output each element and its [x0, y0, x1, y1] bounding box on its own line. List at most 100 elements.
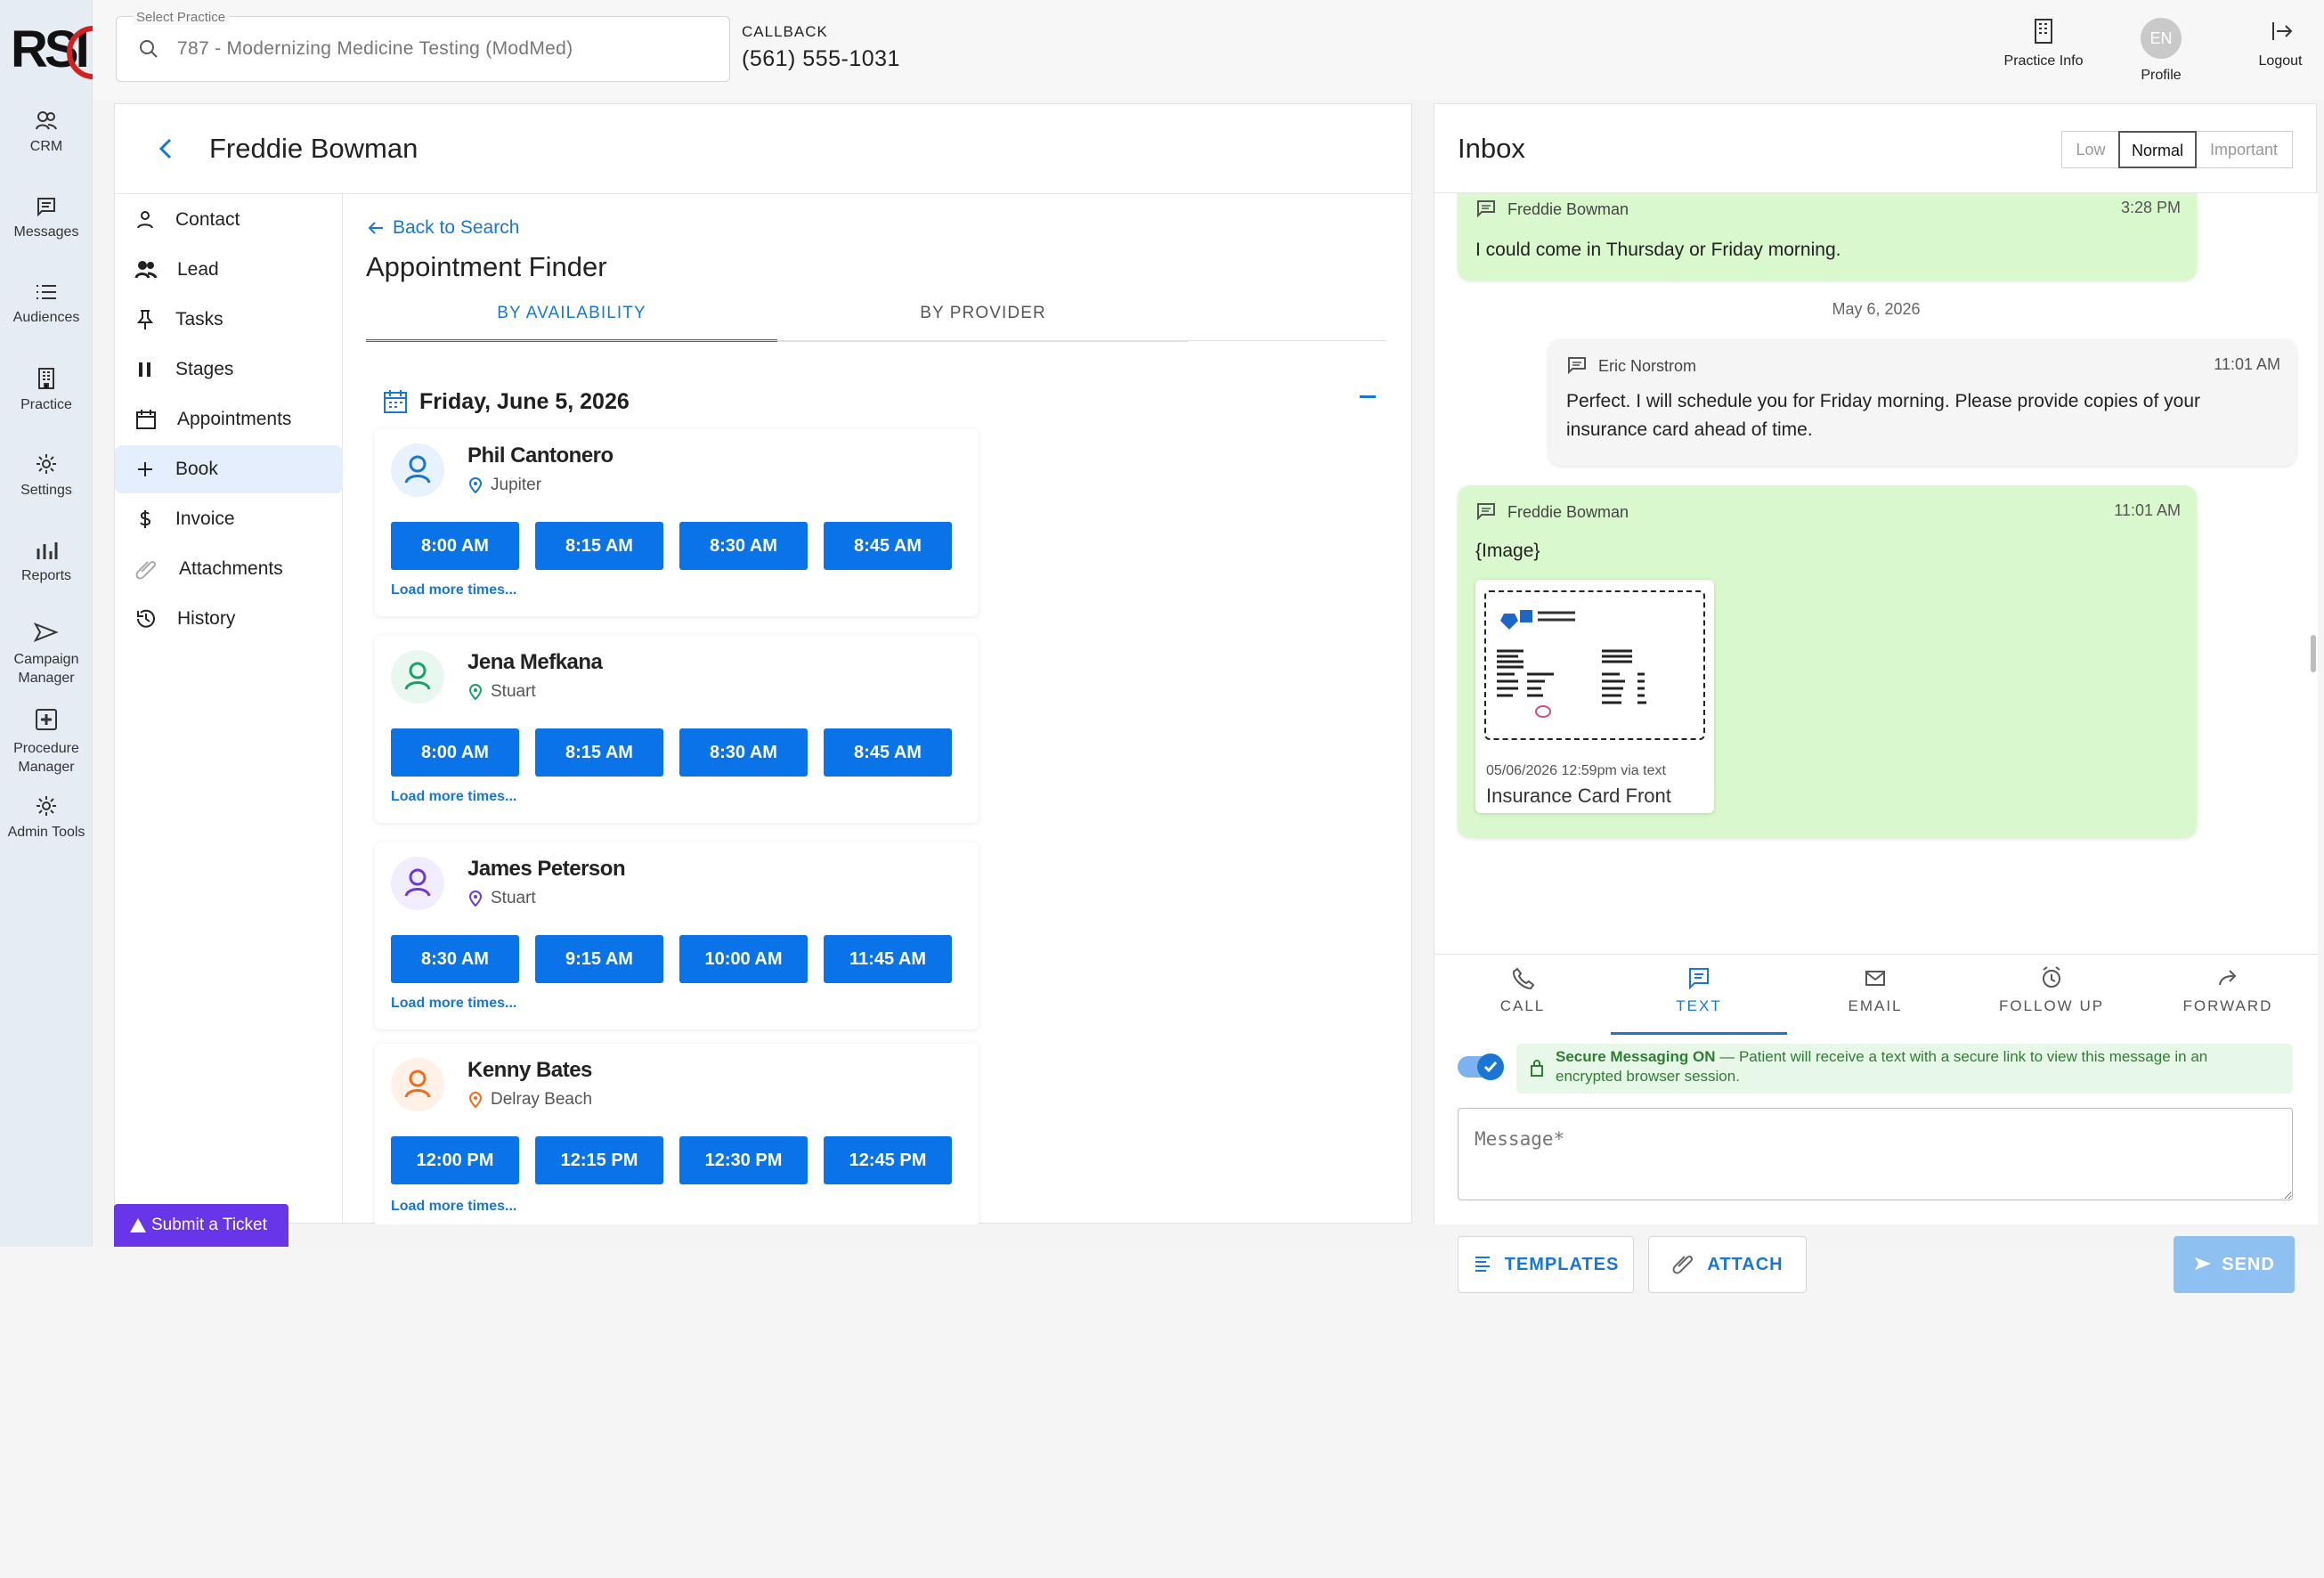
composer-tab-email[interactable]: EMAIL [1787, 965, 1963, 1035]
time-slot-button[interactable]: 12:00 PM [391, 1136, 519, 1184]
sidebar-item-history[interactable]: History [115, 595, 343, 643]
sidebar-item-tasks[interactable]: Tasks [115, 296, 343, 344]
rail-reports[interactable]: Reports [0, 538, 93, 584]
composer-tab-text[interactable]: TEXT [1611, 965, 1787, 1035]
time-slot-button[interactable]: 12:15 PM [535, 1136, 663, 1184]
chevron-left-icon[interactable] [154, 136, 179, 161]
templates-icon [1475, 1257, 1490, 1272]
finder-title: Appointment Finder [366, 251, 607, 282]
rail-procedure-manager[interactable]: Procedure Manager [0, 707, 93, 777]
priority-important[interactable]: Important [2195, 131, 2293, 168]
rail-campaign-manager[interactable]: Campaign Manager [0, 622, 93, 687]
practice-value: 787 - Modernizing Medicine Testing (ModM… [177, 38, 573, 59]
availability-date: Friday, June 5, 2026 [382, 388, 630, 415]
message-input[interactable] [1458, 1108, 2293, 1200]
sidebar-item-stages[interactable]: Stages [115, 346, 343, 394]
back-to-search-label: Back to Search [393, 217, 520, 238]
inbox-panel: Inbox Low Normal Important Freddie Bowma… [1434, 103, 2318, 1293]
phone-icon [1512, 967, 1535, 990]
pin-icon [136, 310, 154, 329]
app-window: RSI CRM Messages Audiences Practice Sett… [0, 0, 2324, 1293]
time-slot-button[interactable]: 8:45 AM [824, 728, 952, 777]
time-slot-button[interactable]: 12:45 PM [824, 1136, 952, 1184]
time-slot-button[interactable]: 11:45 AM [824, 935, 952, 983]
logout-button[interactable]: Logout [2242, 18, 2319, 69]
search-icon [140, 40, 158, 58]
rail-label: CRM [29, 139, 63, 154]
patient-panel: Freddie Bowman Contact Lead Tasks Stages… [114, 103, 1527, 1224]
lock-icon [1531, 1060, 1543, 1077]
sidebar-item-contact[interactable]: Contact [115, 196, 343, 244]
rail-admin-tools[interactable]: Admin Tools [0, 794, 93, 841]
time-slot-button[interactable]: 8:00 AM [391, 522, 519, 570]
time-slot-button[interactable]: 8:30 AM [679, 728, 808, 777]
practice-select[interactable]: Select Practice 787 - Modernizing Medici… [116, 10, 730, 82]
load-more-times-link[interactable]: Load more times... [391, 789, 516, 805]
rail-messages[interactable]: Messages [0, 196, 93, 240]
composer-tab-label: FOLLOW UP [1998, 997, 2105, 1014]
time-slot-button[interactable]: 8:15 AM [535, 522, 663, 570]
tab-by-availability[interactable]: BY AVAILABILITY [366, 290, 777, 342]
composer-tab-forward[interactable]: FORWARD [2140, 965, 2316, 1035]
mail-icon [1865, 971, 1885, 986]
practice-info-label: Practice Info [2003, 53, 2084, 69]
composer-tab-label: CALL [1499, 997, 1546, 1014]
priority-normal[interactable]: Normal [2118, 131, 2197, 168]
forward-icon [2219, 970, 2237, 986]
sidebar-item-attachments[interactable]: Attachments [115, 545, 343, 593]
insurance-card-attachment[interactable]: 05/06/2026 12:59pm via text Insurance Ca… [1475, 580, 1714, 813]
load-more-times-link[interactable]: Load more times... [391, 582, 516, 598]
sidebar-item-lead[interactable]: Lead [115, 246, 343, 294]
rail-audiences[interactable]: Audiences [0, 281, 93, 326]
tab-by-provider[interactable]: BY PROVIDER [777, 290, 1189, 342]
composer-tab-label: EMAIL [1848, 997, 1903, 1014]
alarm-icon [2043, 966, 2060, 988]
provider-avatar [391, 443, 444, 497]
dollar-icon [140, 510, 151, 528]
appointment-finder: Back to Search Appointment Finder BY AVA… [343, 194, 1411, 1224]
rsi-logo[interactable]: RSI [11, 20, 90, 79]
load-more-times-link[interactable]: Load more times... [391, 996, 516, 1012]
logout-icon [2272, 22, 2293, 40]
priority-low[interactable]: Low [2061, 131, 2120, 168]
provider-location-label: Stuart [491, 682, 536, 701]
location-pin-icon [468, 477, 483, 493]
load-more-times-link[interactable]: Load more times... [391, 1199, 516, 1215]
time-slot-button[interactable]: 8:30 AM [679, 522, 808, 570]
send-icon [34, 622, 59, 642]
time-slot-button[interactable]: 8:45 AM [824, 522, 952, 570]
composer-tab-call[interactable]: CALL [1434, 965, 1611, 1035]
sidebar-item-invoice[interactable]: Invoice [115, 495, 343, 543]
time-slot-button[interactable]: 8:15 AM [535, 728, 663, 777]
rail-label: Admin Tools [7, 825, 85, 840]
time-slot-button[interactable]: 9:15 AM [535, 935, 663, 983]
time-slot-button[interactable]: 8:00 AM [391, 728, 519, 777]
person-icon [404, 455, 431, 484]
provider-location: Delray Beach [467, 1090, 592, 1110]
profile-button[interactable]: EN Profile [2117, 18, 2205, 84]
rail-practice[interactable]: Practice [0, 367, 93, 413]
back-to-search-link[interactable]: Back to Search [366, 217, 519, 239]
rail-crm[interactable]: CRM [0, 110, 93, 155]
sidebar-item-book[interactable]: Book [115, 445, 343, 493]
submit-ticket-button[interactable]: Submit a Ticket [114, 1204, 288, 1247]
message-sender: Freddie Bowman [1507, 200, 1629, 218]
send-button[interactable]: SEND [2174, 1236, 2295, 1293]
sidebar-item-appointments[interactable]: Appointments [115, 395, 343, 443]
composer-tab-follow-up[interactable]: FOLLOW UP [1963, 965, 2140, 1035]
composer-tab-label: TEXT [1676, 997, 1722, 1014]
history-icon [137, 609, 155, 628]
messages-scrollbar[interactable] [2311, 635, 2316, 672]
attach-button[interactable]: ATTACH [1648, 1236, 1807, 1293]
attach-label: ATTACH [1707, 1255, 1784, 1274]
time-slot-button[interactable]: 10:00 AM [679, 935, 808, 983]
secure-messaging-toggle[interactable] [1458, 1053, 1504, 1080]
time-slot-button[interactable]: 12:30 PM [679, 1136, 808, 1184]
time-slot-button[interactable]: 8:30 AM [391, 935, 519, 983]
collapse-icon[interactable] [1360, 395, 1376, 398]
message-icon [37, 198, 55, 217]
rail-settings[interactable]: Settings [0, 452, 93, 499]
practice-label: Select Practice [133, 10, 230, 25]
templates-button[interactable]: TEMPLATES [1458, 1236, 1634, 1293]
practice-info-button[interactable]: Practice Info [1995, 18, 2092, 69]
